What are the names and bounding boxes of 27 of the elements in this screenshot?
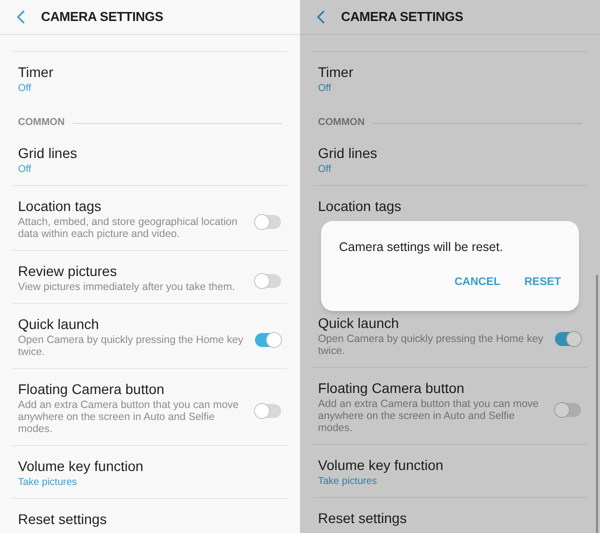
screen-title: CAMERA SETTINGS bbox=[341, 8, 464, 26]
setting-row[interactable]: Location tags Attach, embed, and store geographical location data within each picture and video. bbox=[13, 186, 287, 251]
dialog-message: Camera settings will be reset. bbox=[339, 239, 504, 255]
section-header: COMMON bbox=[318, 116, 365, 130]
toggle-switch[interactable] bbox=[254, 214, 282, 230]
setting-row[interactable]: Reset settings bbox=[313, 498, 587, 533]
back-button[interactable] bbox=[15, 9, 27, 25]
setting-row[interactable]: Quick launch Open Camera by quickly pressing the Home key twice. bbox=[13, 304, 287, 369]
setting-row[interactable]: Grid lines Off bbox=[313, 133, 587, 186]
setting-row[interactable]: Timer Off bbox=[313, 52, 587, 104]
setting-row[interactable]: Floating Camera button Add an extra Camera button that you can move anywhere on the screen in Auto and Selfie modes. bbox=[13, 369, 287, 446]
screen-title: CAMERA SETTINGS bbox=[41, 8, 164, 26]
back-button[interactable] bbox=[315, 9, 327, 25]
setting-row[interactable]: Volume key function Take pictures bbox=[13, 446, 287, 499]
toggle-switch[interactable] bbox=[554, 331, 582, 347]
setting-row[interactable]: Timer Off bbox=[13, 52, 287, 104]
setting-row[interactable]: Review pictures View pictures immediately after you take them. bbox=[13, 251, 287, 304]
setting-row[interactable]: Grid lines Off bbox=[13, 133, 287, 186]
setting-row[interactable]: Volume key function Take pictures bbox=[313, 445, 587, 498]
setting-row[interactable]: Reset settings bbox=[13, 499, 287, 533]
toggle-switch[interactable] bbox=[254, 332, 282, 348]
section-header: COMMON bbox=[18, 116, 65, 130]
setting-row[interactable]: Floating Camera button Add an extra Camera button that you can move anywhere on the screen in Auto and Selfie modes. bbox=[313, 368, 587, 445]
toggle-switch[interactable] bbox=[554, 402, 582, 418]
toggle-switch[interactable] bbox=[254, 273, 282, 289]
toggle-switch[interactable] bbox=[254, 403, 282, 419]
setting-title: Location tags bbox=[318, 197, 402, 216]
